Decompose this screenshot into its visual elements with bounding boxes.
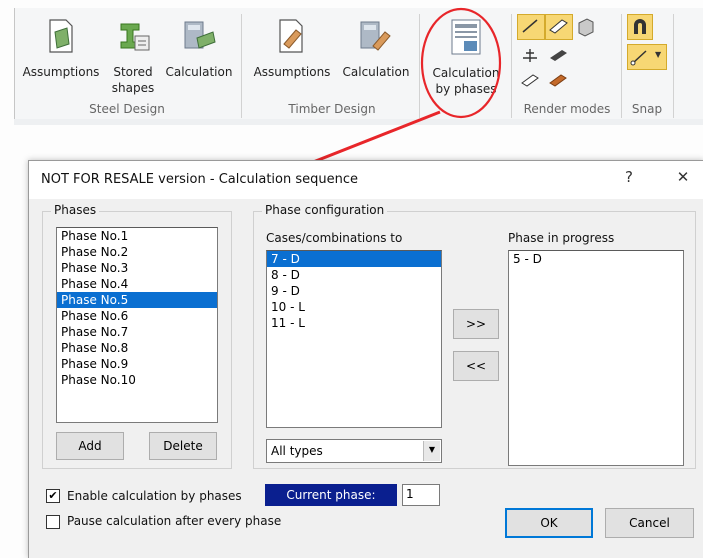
highlight-ellipse <box>420 7 502 119</box>
current-phase-input[interactable]: 1 <box>402 484 440 506</box>
phase-list-item[interactable]: Phase No.3 <box>57 260 217 276</box>
current-phase-label: Current phase: <box>265 484 397 506</box>
help-icon[interactable]: ? <box>617 168 641 186</box>
ok-button[interactable]: OK <box>505 508 593 538</box>
phase-list-item[interactable]: Phase No.9 <box>57 356 217 372</box>
phase-list-item[interactable]: Phase No.2 <box>57 244 217 260</box>
phases-listbox[interactable]: Phase No.1 Phase No.2 Phase No.3 Phase No.4… <box>56 227 218 423</box>
add-phase-button[interactable]: Add <box>56 432 124 460</box>
pause-after-phase-label: Pause calculation after every phase <box>67 514 282 528</box>
case-list-item[interactable]: 11 - L <box>267 315 441 331</box>
case-list-item[interactable]: 8 - D <box>267 267 441 283</box>
phase-in-progress-listbox[interactable]: 5 - D <box>508 250 684 466</box>
phase-list-item[interactable]: Phase No.1 <box>57 228 217 244</box>
case-list-item[interactable]: 9 - D <box>267 283 441 299</box>
case-type-filter-select[interactable]: All types ▼ <box>266 439 442 463</box>
enable-phases-label: Enable calculation by phases <box>67 489 242 503</box>
case-list-item[interactable]: 7 - D <box>267 251 441 267</box>
checkmark-icon: ✔ <box>48 489 58 502</box>
in-progress-label: Phase in progress <box>508 231 615 245</box>
phases-group-label: Phases <box>51 203 100 217</box>
case-list-item[interactable]: 10 - L <box>267 299 441 315</box>
dialog-title: NOT FOR RESALE version - Calculation seq… <box>41 172 358 187</box>
in-progress-list-item[interactable]: 5 - D <box>509 251 683 267</box>
move-right-button[interactable]: >> <box>453 309 499 339</box>
phase-configuration-label: Phase configuration <box>262 203 388 217</box>
enable-phases-checkbox[interactable]: ✔ <box>46 489 60 503</box>
cases-listbox[interactable]: 7 - D8 - D9 - D 10 - L 11 - L <box>266 250 442 428</box>
move-left-button[interactable]: << <box>453 351 499 381</box>
delete-phase-button[interactable]: Delete <box>149 432 217 460</box>
cases-label: Cases/combinations to <box>266 231 403 245</box>
close-icon[interactable]: ✕ <box>671 168 695 186</box>
phase-list-item[interactable]: Phase No.10 <box>57 372 217 388</box>
phase-list-item[interactable]: Phase No.6 <box>57 308 217 324</box>
chevron-down-icon: ▼ <box>423 441 440 461</box>
case-type-filter-value: All types <box>271 444 323 458</box>
phases-groupbox: Phases Phase No.1 Phase No.2 Phase No.3 Pha… <box>42 203 232 469</box>
phase-list-item[interactable]: Phase No.7 <box>57 324 217 340</box>
dialog-titlebar: NOT FOR RESALE version - Calculation seq… <box>29 161 703 199</box>
calculation-sequence-dialog: NOT FOR RESALE version - Calculation seq… <box>28 160 703 558</box>
phase-configuration-groupbox: Phase configuration Cases/combinations t… <box>253 203 696 469</box>
pause-after-phase-checkbox[interactable] <box>46 515 60 529</box>
phase-list-item[interactable]: Phase No.5 <box>57 292 217 308</box>
phase-list-item[interactable]: Phase No.8 <box>57 340 217 356</box>
cancel-button[interactable]: Cancel <box>605 508 694 538</box>
phase-list-item[interactable]: Phase No.4 <box>57 276 217 292</box>
